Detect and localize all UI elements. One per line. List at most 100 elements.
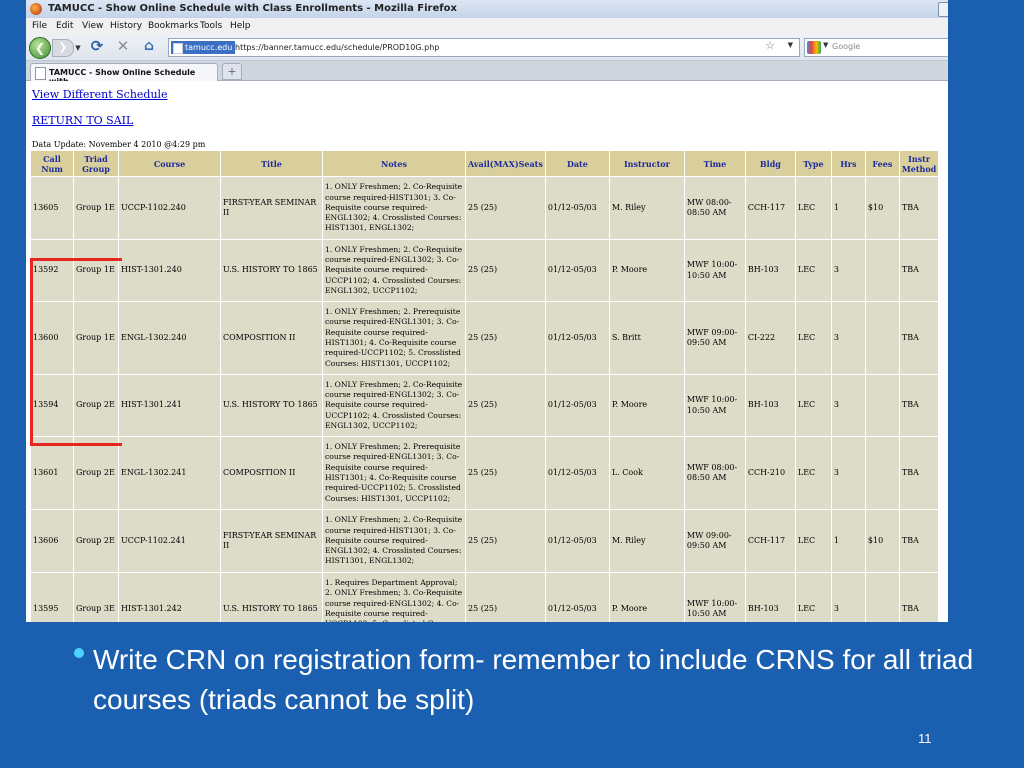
- table-cell: Group 1E: [74, 240, 118, 301]
- table-cell: S. Britt: [609, 302, 684, 374]
- column-header: Time: [684, 151, 745, 176]
- column-header: Fees: [865, 151, 899, 176]
- reload-icon[interactable]: ⟳: [88, 37, 106, 57]
- table-cell: LEC: [795, 375, 831, 436]
- column-header: Course: [119, 151, 220, 176]
- menu-bookmarks[interactable]: Bookmarks: [148, 21, 198, 31]
- table-cell: MWF 10:00-10:50 AM: [684, 240, 745, 301]
- table-cell: L. Cook: [609, 437, 684, 509]
- table-cell: 1. ONLY Freshmen; 2. Prerequisite course…: [323, 302, 465, 374]
- table-cell: MW 09:00-09:50 AM: [684, 510, 745, 572]
- table-cell: CCH-117: [745, 177, 795, 239]
- table-cell: 01/12-05/03: [545, 177, 609, 239]
- search-placeholder[interactable]: Google: [832, 42, 860, 51]
- return-to-sail-link[interactable]: RETURN TO SAIL: [32, 114, 133, 127]
- table-cell: 3: [831, 375, 865, 436]
- tab-schedule[interactable]: TAMUCC - Show Online Schedule with...: [30, 63, 218, 86]
- menu-edit[interactable]: Edit: [56, 21, 73, 31]
- table-cell: 1. ONLY Freshmen; 2. Prerequisite course…: [323, 437, 465, 509]
- table-cell: Group 3E: [74, 573, 118, 622]
- table-cell: M. Riley: [609, 177, 684, 239]
- table-cell: CCH-117: [745, 510, 795, 572]
- table-cell: [865, 240, 899, 301]
- table-cell: LEC: [795, 177, 831, 239]
- table-cell: [865, 437, 899, 509]
- bookmark-star-icon[interactable]: ☆: [765, 39, 775, 52]
- search-box[interactable]: ▼ Google: [804, 38, 948, 57]
- back-icon[interactable]: ❮: [29, 37, 51, 59]
- table-cell: [865, 302, 899, 374]
- stop-icon[interactable]: ✕: [114, 37, 132, 57]
- table-cell: 3: [831, 240, 865, 301]
- firefox-icon: [30, 3, 42, 15]
- table-cell: 1: [831, 510, 865, 572]
- schedule-table: Call Num Triad Group Course Title Notes …: [30, 150, 940, 622]
- table-cell: P. Moore: [609, 573, 684, 622]
- table-cell: Group 1E: [74, 177, 118, 239]
- table-cell: 1: [831, 177, 865, 239]
- table-cell: $10: [865, 510, 899, 572]
- table-row: 13592 Group 1E HIST-1301.240 U.S. HISTOR…: [31, 240, 939, 301]
- table-row: 13601 Group 2E ENGL-1302.241 COMPOSITION…: [31, 437, 939, 509]
- table-cell: 1. ONLY Freshmen; 2. Co-Requisite course…: [323, 375, 465, 436]
- search-engine-dropdown-icon[interactable]: ▼: [823, 41, 828, 49]
- new-tab-button[interactable]: +: [222, 63, 242, 80]
- table-cell: 1. ONLY Freshmen; 2. Co-Requisite course…: [323, 177, 465, 239]
- menu-file[interactable]: File: [32, 21, 47, 31]
- site-identity-badge[interactable]: tamucc.edu: [171, 41, 236, 54]
- table-row: 13605 Group 1E UCCP-1102.240 FIRST-YEAR …: [31, 177, 939, 239]
- column-header: Notes: [323, 151, 465, 176]
- table-cell: U.S. HISTORY TO 1865: [221, 573, 322, 622]
- menu-history[interactable]: History: [110, 21, 142, 31]
- table-cell: ENGL-1302.241: [119, 437, 220, 509]
- browser-screenshot: TAMUCC - Show Online Schedule with Class…: [26, 0, 948, 622]
- slide-bullet-text: Write CRN on registration form- remember…: [93, 644, 974, 715]
- home-icon[interactable]: ⌂: [140, 37, 158, 57]
- table-cell: 3: [831, 437, 865, 509]
- table-cell: TBA: [899, 437, 939, 509]
- table-cell: TBA: [899, 240, 939, 301]
- table-cell: 01/12-05/03: [545, 240, 609, 301]
- table-cell: CI-222: [745, 302, 795, 374]
- url-text[interactable]: https://banner.tamucc.edu/schedule/PROD1…: [235, 41, 439, 54]
- menu-help[interactable]: Help: [230, 21, 251, 31]
- table-cell: 1. ONLY Freshmen; 2. Co-Requisite course…: [323, 510, 465, 572]
- table-cell: [865, 573, 899, 622]
- table-cell: ENGL-1302.240: [119, 302, 220, 374]
- column-header: Bldg: [745, 151, 795, 176]
- table-cell: TBA: [899, 177, 939, 239]
- window-button[interactable]: [938, 2, 948, 17]
- table-cell: 01/12-05/03: [545, 302, 609, 374]
- table-cell: P. Moore: [609, 240, 684, 301]
- table-cell: 13592: [31, 240, 73, 301]
- table-cell: LEC: [795, 510, 831, 572]
- table-cell: 25 (25): [466, 573, 545, 622]
- table-row: 13606 Group 2E UCCP-1102.241 FIRST-YEAR …: [31, 510, 939, 572]
- table-cell: U.S. HISTORY TO 1865: [221, 375, 322, 436]
- table-cell: TBA: [899, 573, 939, 622]
- window-titlebar: TAMUCC - Show Online Schedule with Class…: [26, 0, 948, 18]
- url-dropdown-icon[interactable]: ▼: [788, 41, 793, 49]
- table-cell: 25 (25): [466, 302, 545, 374]
- google-icon[interactable]: [807, 41, 821, 54]
- table-cell: UCCP-1102.240: [119, 177, 220, 239]
- table-cell: 25 (25): [466, 510, 545, 572]
- menu-tools[interactable]: Tools: [200, 21, 222, 31]
- table-cell: TBA: [899, 375, 939, 436]
- table-row: 13600 Group 1E ENGL-1302.240 COMPOSITION…: [31, 302, 939, 374]
- table-cell: 13605: [31, 177, 73, 239]
- table-cell: 01/12-05/03: [545, 510, 609, 572]
- table-cell: 13600: [31, 302, 73, 374]
- table-cell: MW 08:00-08:50 AM: [684, 177, 745, 239]
- table-row: 13594 Group 2E HIST-1301.241 U.S. HISTOR…: [31, 375, 939, 436]
- forward-icon[interactable]: ❯: [52, 39, 74, 57]
- url-bar[interactable]: tamucc.edu https://banner.tamucc.edu/sch…: [168, 38, 800, 57]
- menu-view[interactable]: View: [82, 21, 103, 31]
- table-cell: FIRST-YEAR SEMINAR II: [221, 177, 322, 239]
- column-header: Instructor: [609, 151, 684, 176]
- data-update-text: Data Update: November 4 2010 @4:29 pm: [32, 140, 206, 149]
- table-cell: BH-103: [745, 573, 795, 622]
- history-dropdown-icon[interactable]: ▼: [74, 39, 82, 55]
- tab-strip: TAMUCC - Show Online Schedule with... +: [26, 61, 948, 86]
- view-different-schedule-link[interactable]: View Different Schedule: [32, 88, 168, 101]
